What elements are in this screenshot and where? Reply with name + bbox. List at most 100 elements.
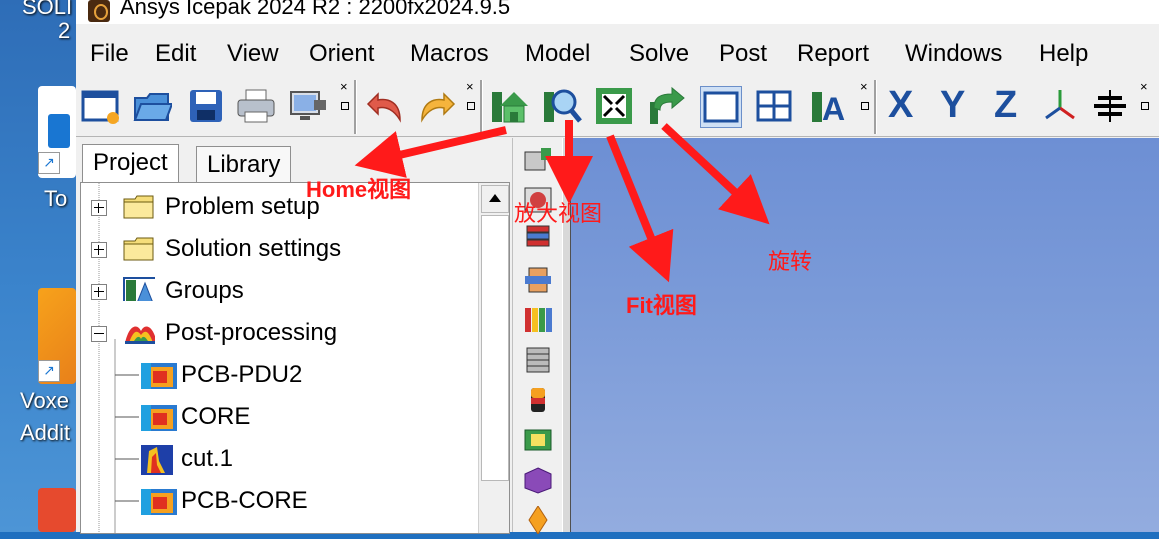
close-icon[interactable]: × bbox=[340, 80, 348, 93]
heatsink-icon bbox=[528, 505, 548, 535]
heatsink-button[interactable] bbox=[523, 505, 553, 535]
contour-plot-icon bbox=[141, 489, 177, 515]
tree-item-pcb-pdu2[interactable]: PCB-PDU2 bbox=[181, 355, 302, 395]
toolbar-grip-2[interactable]: × bbox=[466, 80, 476, 132]
tab-project[interactable]: Project bbox=[82, 144, 179, 183]
open-button[interactable] bbox=[132, 86, 174, 126]
print-button[interactable] bbox=[236, 86, 276, 126]
redo-button[interactable] bbox=[416, 86, 456, 126]
close-icon[interactable]: × bbox=[1140, 80, 1148, 93]
undo-icon bbox=[366, 92, 401, 123]
orient-z-button[interactable]: Z bbox=[994, 84, 1017, 127]
menu-edit[interactable]: Edit bbox=[155, 40, 196, 68]
desktop-label-voxe: Voxe bbox=[20, 388, 69, 413]
contour-plot-icon bbox=[141, 363, 177, 389]
grille-icon bbox=[525, 308, 552, 332]
toolbar-grip-4[interactable]: × bbox=[1140, 80, 1150, 132]
fit-view-button[interactable] bbox=[594, 86, 634, 126]
save-button[interactable] bbox=[186, 86, 226, 126]
collapse-post-processing[interactable] bbox=[91, 326, 107, 342]
quad-view-button[interactable] bbox=[754, 86, 794, 126]
tab-library[interactable]: Library bbox=[196, 146, 292, 183]
tree-item-problem-setup[interactable]: Problem setup bbox=[165, 187, 320, 227]
single-view-button[interactable] bbox=[700, 86, 742, 128]
tree-item-cut-1[interactable]: cut.1 bbox=[181, 439, 233, 479]
isometric-button[interactable] bbox=[1040, 86, 1080, 126]
menu-view[interactable]: View bbox=[227, 40, 279, 68]
menu-windows[interactable]: Windows bbox=[905, 40, 1002, 68]
desktop-background: SOLI 2 ↗ To ↗ Voxe Addit bbox=[0, 0, 76, 532]
orient-y-button[interactable]: Y bbox=[940, 84, 965, 127]
post-processing-icon bbox=[125, 326, 155, 344]
source-button[interactable] bbox=[523, 386, 553, 414]
orient-x-button[interactable]: X bbox=[888, 84, 913, 127]
scroll-thumb[interactable] bbox=[481, 215, 509, 481]
opening-button[interactable] bbox=[523, 266, 553, 294]
desktop-shortcut-icon-3[interactable] bbox=[38, 488, 76, 532]
align-icon bbox=[1094, 90, 1126, 122]
icepak-window: Ansys Icepak 2024 R2 : 2200fx2024.9.5 Fi… bbox=[76, 0, 1159, 535]
menu-macros[interactable]: Macros bbox=[410, 40, 489, 68]
expand-solution-settings[interactable] bbox=[91, 242, 107, 258]
save-icon bbox=[190, 90, 222, 122]
redo-icon bbox=[421, 92, 456, 123]
toolbar-separator bbox=[480, 80, 483, 134]
close-icon[interactable]: × bbox=[466, 80, 474, 93]
menu-orient[interactable]: Orient bbox=[309, 40, 374, 68]
menu-file[interactable]: File bbox=[90, 40, 129, 68]
new-project-button[interactable] bbox=[80, 86, 120, 126]
axis-triad-icon bbox=[1045, 90, 1075, 120]
expand-groups[interactable] bbox=[91, 284, 107, 300]
menu-post[interactable]: Post bbox=[719, 40, 767, 68]
tree-item-core[interactable]: CORE bbox=[181, 397, 250, 437]
plane-cut-icon bbox=[141, 445, 173, 475]
menu-help[interactable]: Help bbox=[1039, 40, 1088, 68]
folder-icon bbox=[123, 195, 154, 219]
tree-item-post-processing[interactable]: Post-processing bbox=[165, 313, 337, 353]
opening-icon bbox=[525, 267, 551, 293]
desktop-label-2: 2 bbox=[58, 18, 71, 43]
shortcut-arrow-icon: ↗ bbox=[38, 360, 60, 382]
menu-report[interactable]: Report bbox=[797, 40, 869, 68]
desktop-label-soli: SOLI bbox=[22, 0, 73, 19]
toolbar-grip-3[interactable]: × bbox=[860, 80, 870, 132]
quad-window-icon bbox=[756, 90, 792, 122]
menu-solve[interactable]: Solve bbox=[629, 40, 689, 68]
expand-problem-setup[interactable] bbox=[91, 200, 107, 216]
graphics-viewport[interactable] bbox=[570, 138, 1159, 532]
contour-plot-icon bbox=[141, 405, 177, 431]
tree-item-groups[interactable]: Groups bbox=[165, 271, 244, 311]
toolbar-separator bbox=[354, 80, 357, 134]
restore-icon[interactable] bbox=[341, 102, 349, 110]
tree-scrollbar[interactable] bbox=[478, 183, 509, 533]
plate-button[interactable] bbox=[523, 346, 553, 374]
plate-icon bbox=[526, 347, 550, 373]
restore-icon[interactable] bbox=[467, 102, 475, 110]
cabinet-button[interactable] bbox=[523, 146, 553, 174]
pcb-button[interactable] bbox=[523, 426, 553, 454]
zoom-view-button[interactable] bbox=[542, 86, 582, 126]
restore-icon[interactable] bbox=[861, 102, 869, 110]
desktop-shortcut-icon[interactable]: ↗ bbox=[38, 86, 76, 178]
desktop-shortcut-icon-2[interactable]: ↗ bbox=[38, 288, 76, 384]
screenshot-button[interactable] bbox=[288, 86, 328, 126]
tree-item-pcb-core[interactable]: PCB-CORE bbox=[181, 481, 308, 521]
grille-button[interactable] bbox=[523, 306, 553, 334]
tree-item-solution-settings[interactable]: Solution settings bbox=[165, 229, 341, 269]
toolbar-grip-1[interactable]: × bbox=[340, 80, 350, 132]
rotate-icon bbox=[650, 86, 685, 124]
enclosure-button[interactable] bbox=[523, 466, 553, 494]
restore-icon[interactable] bbox=[1141, 102, 1149, 110]
home-view-button[interactable] bbox=[490, 86, 530, 126]
shortcut-arrow-icon: ↗ bbox=[38, 152, 60, 174]
undo-button[interactable] bbox=[366, 86, 406, 126]
tree-lines bbox=[98, 183, 139, 533]
rotate-view-button[interactable] bbox=[646, 86, 686, 126]
monitor-camera-icon bbox=[290, 91, 326, 120]
scroll-up-button[interactable] bbox=[481, 185, 509, 213]
menu-model[interactable]: Model bbox=[525, 40, 590, 68]
close-icon[interactable]: × bbox=[860, 80, 868, 93]
toolbar-separator bbox=[874, 80, 877, 134]
align-button[interactable] bbox=[1090, 86, 1130, 126]
annotation-button[interactable]: A bbox=[810, 86, 850, 127]
